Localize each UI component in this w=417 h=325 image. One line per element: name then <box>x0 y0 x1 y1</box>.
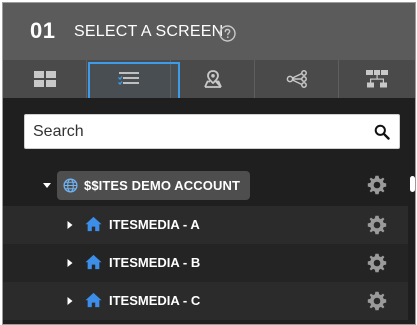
tab-grid-view[interactable] <box>3 60 87 98</box>
scrollbar-thumb[interactable] <box>410 176 415 192</box>
caret-right-icon[interactable] <box>65 258 75 268</box>
share-nodes-icon <box>286 70 307 88</box>
root-account-label: $$ITES DEMO ACCOUNT <box>84 178 240 193</box>
map-pin-icon <box>203 70 222 88</box>
view-tabs <box>3 60 415 101</box>
screen-selector-panel: 01 SELECT A SCREEN Search $$ITES DEMO AC… <box>2 2 416 325</box>
caret-down-icon[interactable] <box>42 181 52 191</box>
child-screen-label: ITESMEDIA - A <box>109 217 200 232</box>
gear-icon[interactable] <box>367 291 387 311</box>
search-icon[interactable] <box>374 124 390 140</box>
root-account-pill[interactable]: $$ITES DEMO ACCOUNT <box>57 171 250 200</box>
tab-map-view[interactable] <box>171 60 255 98</box>
home-icon <box>85 254 102 270</box>
search-box[interactable] <box>24 114 400 149</box>
panel-header: 01 SELECT A SCREEN <box>3 3 415 60</box>
tree-scrollbar[interactable] <box>410 166 415 324</box>
list-check-icon <box>117 72 139 85</box>
globe-icon <box>63 178 78 193</box>
tab-list-view[interactable] <box>87 60 180 101</box>
gear-icon[interactable] <box>367 175 387 195</box>
search-area <box>3 98 415 166</box>
question-circle-icon[interactable] <box>219 25 236 42</box>
tree-root-row[interactable]: $$ITES DEMO ACCOUNT <box>3 166 408 206</box>
step-number: 01 <box>30 18 56 43</box>
tree-child-row[interactable]: ITESMEDIA - C <box>3 282 408 320</box>
child-screen-label: ITESMEDIA - C <box>109 293 201 308</box>
home-icon <box>85 216 102 232</box>
tree-child-row[interactable]: ITESMEDIA - B <box>3 244 408 282</box>
gear-icon[interactable] <box>367 215 387 235</box>
panel-title: SELECT A SCREEN <box>74 23 224 40</box>
search-input[interactable] <box>33 115 363 148</box>
caret-right-icon[interactable] <box>65 220 75 230</box>
caret-right-icon[interactable] <box>65 296 75 306</box>
screen-tree: $$ITES DEMO ACCOUNT ITESMEDIA - A ITESME… <box>3 166 415 324</box>
tab-network-view[interactable] <box>255 60 339 98</box>
child-screen-label: ITESMEDIA - B <box>109 255 201 270</box>
hierarchy-icon <box>366 70 388 88</box>
home-icon <box>85 292 102 308</box>
grid-icon <box>33 71 56 87</box>
gear-icon[interactable] <box>367 253 387 273</box>
tab-hierarchy-view[interactable] <box>339 60 415 98</box>
tree-child-row[interactable]: ITESMEDIA - A <box>3 206 408 244</box>
